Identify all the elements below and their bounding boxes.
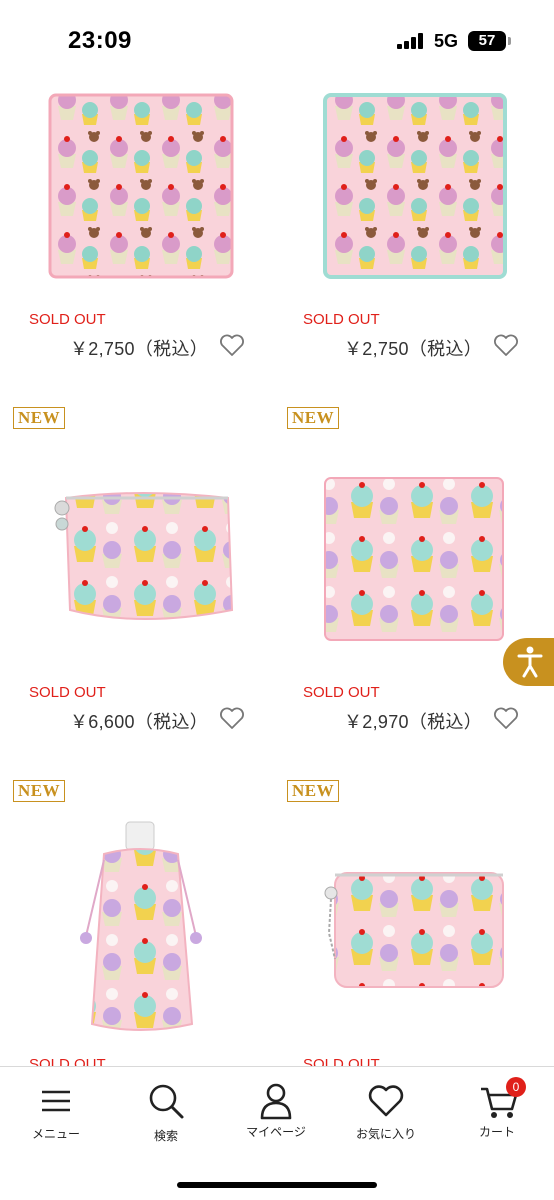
home-indicator — [177, 1182, 377, 1188]
sold-out-label: SOLD OUT — [303, 684, 380, 701]
nav-menu-label: メニュー — [31, 1127, 80, 1141]
product-image[interactable] — [0, 818, 277, 1038]
nav-mypage[interactable]: マイページ — [221, 1067, 331, 1157]
product-image[interactable] — [277, 470, 554, 650]
product-image[interactable] — [277, 80, 554, 280]
cart-count-badge: 0 — [506, 1077, 526, 1097]
product-image[interactable] — [0, 460, 277, 660]
battery-icon: 57 — [468, 31, 506, 51]
heart-icon[interactable] — [219, 333, 245, 357]
new-badge: NEW — [13, 780, 66, 802]
heart-icon[interactable] — [219, 706, 245, 730]
battery-tip — [508, 37, 511, 45]
new-badge: NEW — [287, 407, 340, 429]
sold-out-label: SOLD OUT — [303, 311, 380, 328]
product-image[interactable] — [277, 863, 554, 1003]
price-label: ￥2,750（税込） — [70, 339, 209, 359]
nav-search[interactable]: 検索 — [111, 1067, 221, 1157]
status-bar: 23:09 5G 57 — [0, 0, 554, 80]
product-card[interactable]: NEW SOLD OUT ￥6,600（税込） — [0, 400, 277, 740]
price-label: ￥6,600（税込） — [70, 712, 209, 732]
price-label: ￥2,970（税込） — [344, 712, 483, 732]
product-card[interactable]: NEW SOLD OUT ￥2,970（税込） — [277, 400, 554, 740]
network-label: 5G — [434, 31, 459, 51]
sold-out-label: SOLD OUT — [29, 311, 106, 328]
sold-out-label: SOLD OUT — [303, 1056, 380, 1066]
nav-mypage-label: マイページ — [246, 1125, 306, 1139]
accessibility-button[interactable] — [503, 638, 554, 686]
sold-out-label: SOLD OUT — [29, 684, 106, 701]
nav-menu[interactable]: メニュー — [1, 1067, 111, 1157]
nav-search-label: 検索 — [153, 1129, 178, 1143]
menu-icon — [42, 1090, 70, 1112]
nav-cart[interactable]: 0 カート — [442, 1067, 552, 1157]
product-card[interactable]: SOLD OUT ￥2,750（税込） — [0, 80, 277, 370]
status-time: 23:09 — [68, 27, 132, 54]
nav-favorites-label: お気に入り — [355, 1127, 416, 1141]
nav-favorites[interactable]: お気に入り — [331, 1067, 441, 1157]
product-card[interactable]: NEW SOLD OUT — [0, 773, 277, 1066]
new-badge: NEW — [13, 407, 66, 429]
user-icon — [260, 1083, 292, 1120]
heart-icon — [368, 1085, 404, 1117]
product-image[interactable] — [0, 80, 277, 280]
new-badge: NEW — [287, 780, 340, 802]
heart-icon[interactable] — [493, 333, 519, 357]
bottom-nav: メニュー 検索 マイページ お気に入り 0 カート — [0, 1066, 554, 1200]
product-card[interactable]: NEW SOLD OUT — [277, 773, 554, 1066]
signal-icon — [397, 33, 427, 49]
nav-cart-label: カート — [478, 1125, 515, 1139]
sold-out-label: SOLD OUT — [29, 1056, 106, 1066]
price-label: ￥2,750（税込） — [344, 339, 483, 359]
heart-icon[interactable] — [493, 706, 519, 730]
search-icon — [149, 1084, 184, 1119]
accessibility-icon — [517, 646, 543, 678]
product-card[interactable]: SOLD OUT ￥2,750（税込） — [277, 80, 554, 370]
